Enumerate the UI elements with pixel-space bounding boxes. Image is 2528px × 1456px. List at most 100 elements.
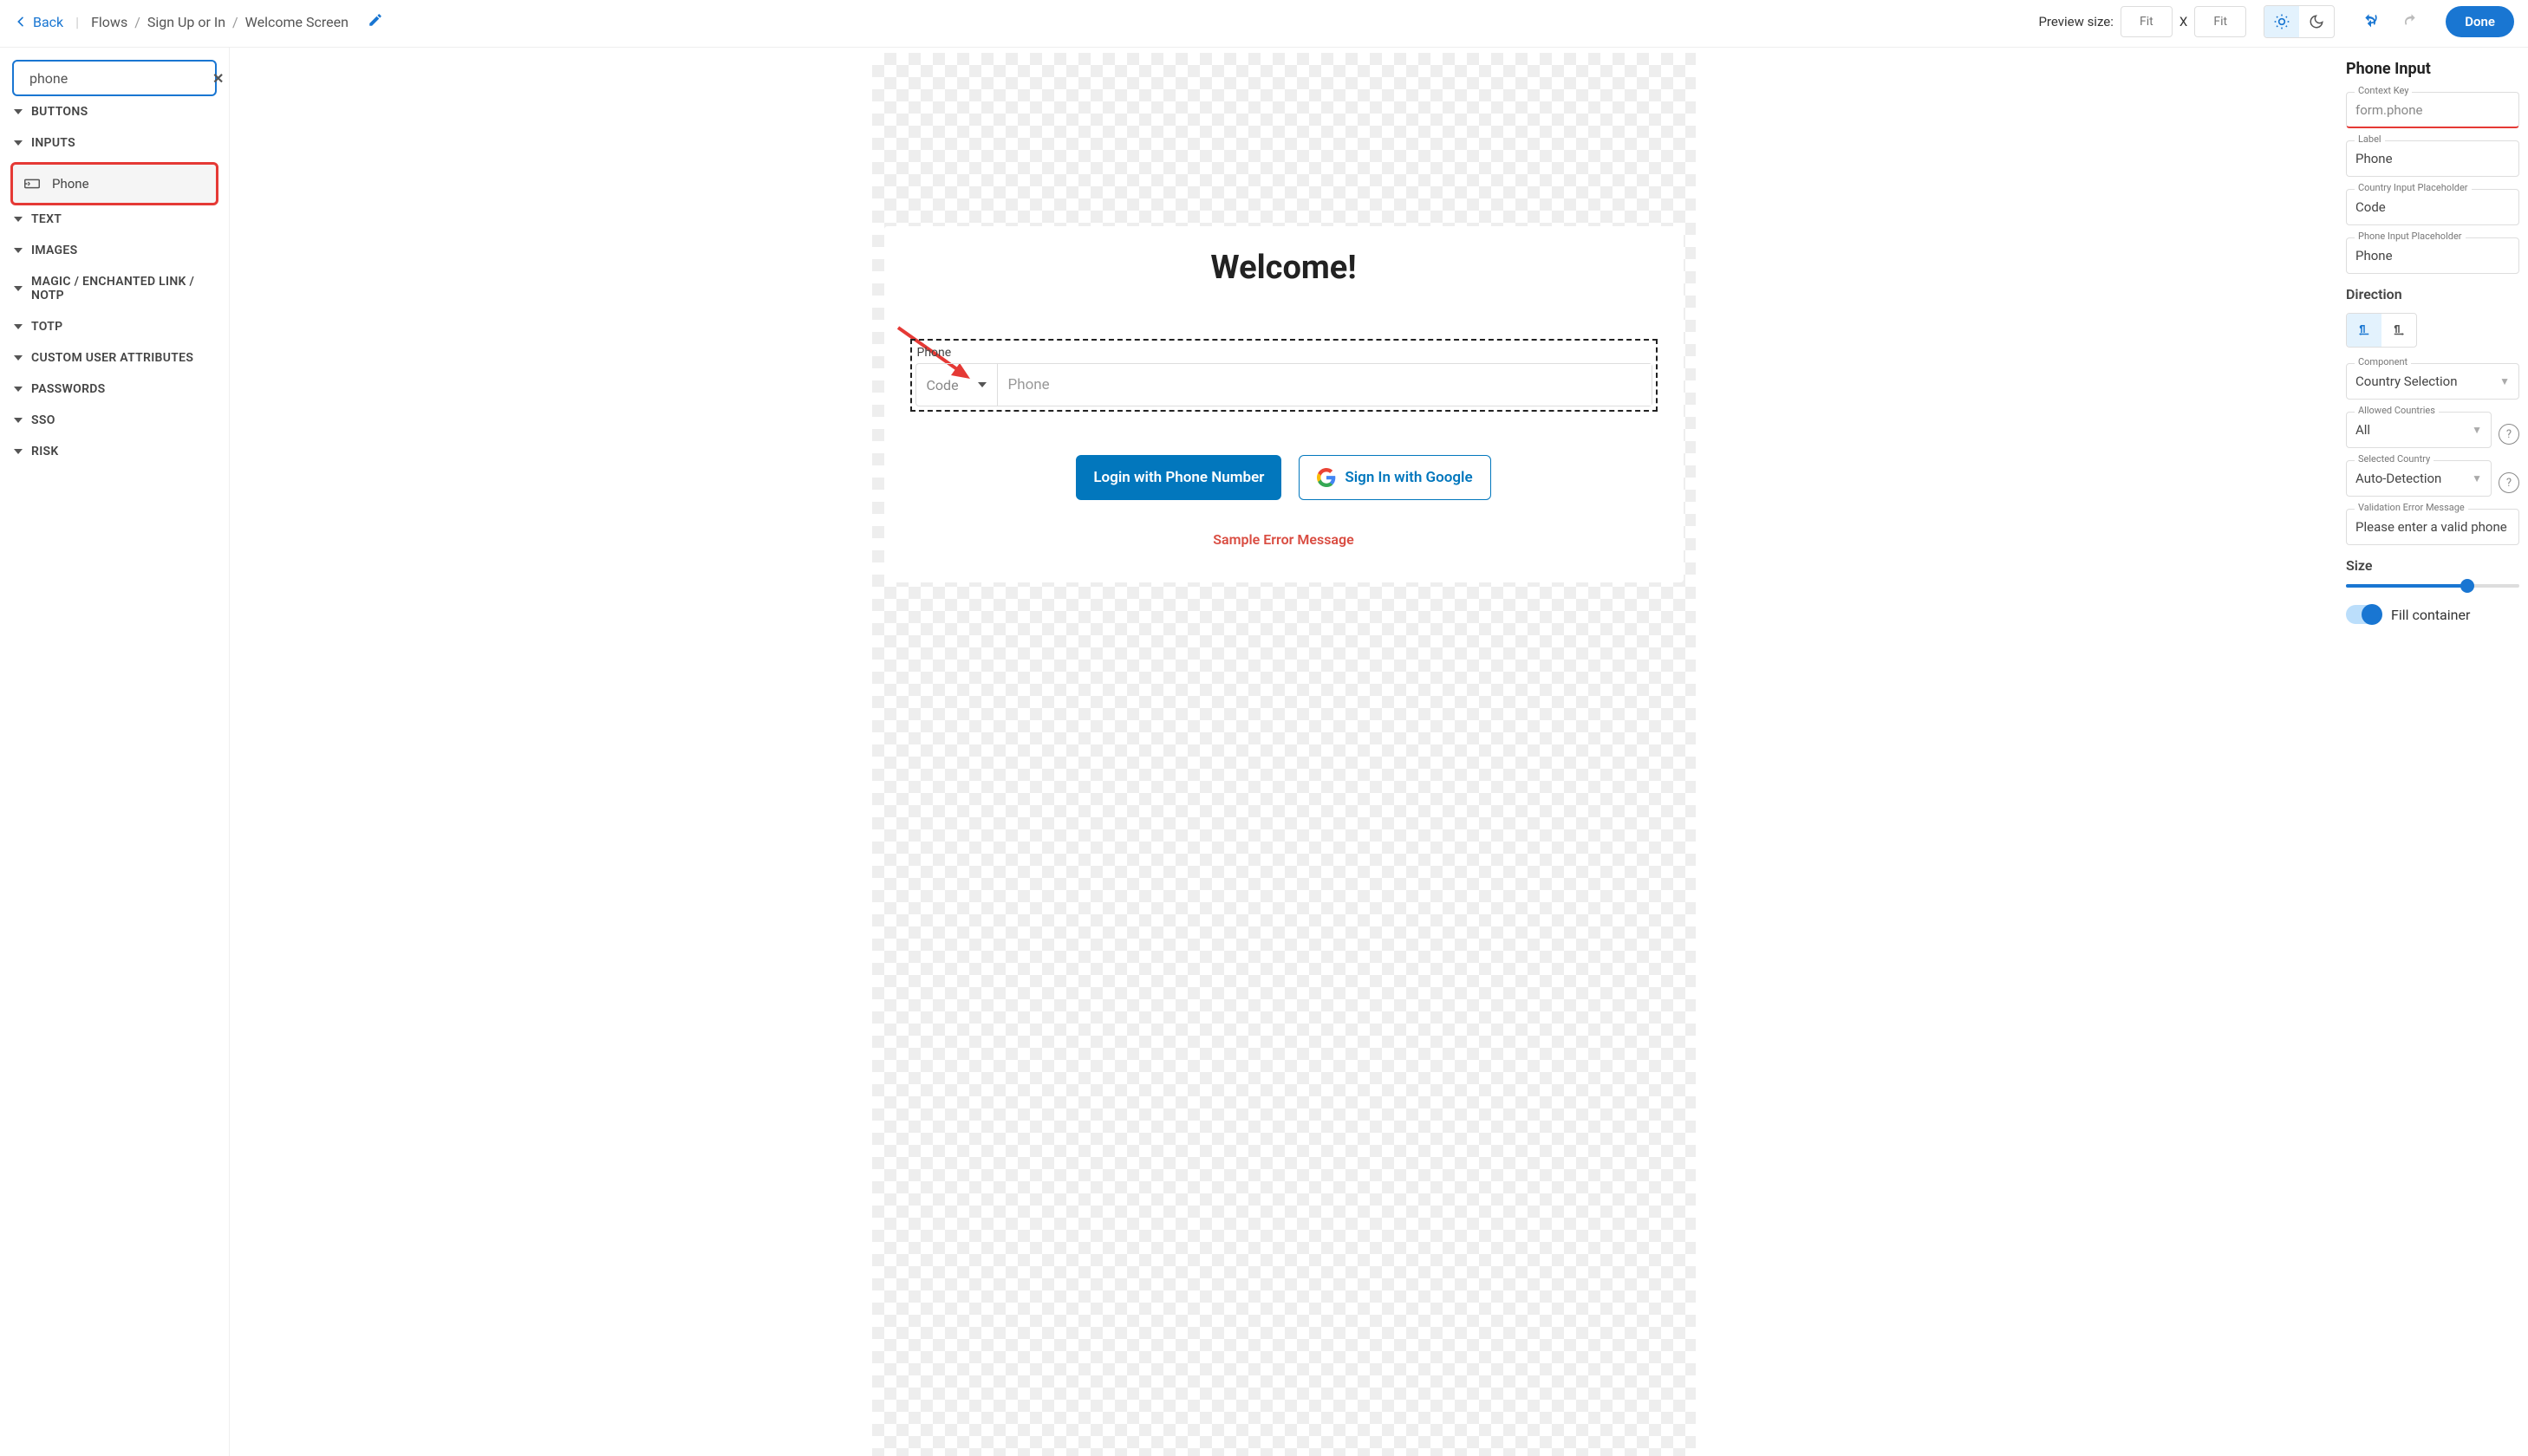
- crumb-signup[interactable]: Sign Up or In: [147, 14, 225, 30]
- chevron-down-icon: [978, 382, 987, 387]
- divider: |: [75, 14, 79, 30]
- preview-size-label: Preview size:: [2038, 14, 2113, 29]
- section-inputs-label: INPUTS: [31, 136, 75, 150]
- component-phone[interactable]: Phone: [12, 164, 217, 204]
- search-clear-button[interactable]: ✕: [212, 70, 224, 87]
- selected-country-value: Auto-Detection: [2355, 471, 2441, 486]
- rightpanel-title: Phone Input: [2346, 60, 2519, 78]
- google-icon: [1317, 468, 1336, 487]
- size-heading: Size: [2346, 557, 2519, 574]
- undo-button[interactable]: [2361, 11, 2381, 33]
- phone-component[interactable]: Phone Code: [910, 339, 1658, 412]
- country-placeholder-input[interactable]: [2346, 189, 2519, 225]
- direction-toggle: [2346, 313, 2417, 348]
- label-field-label: Label: [2355, 133, 2385, 145]
- chevron-down-icon: [14, 355, 23, 361]
- redo-button[interactable]: [2399, 11, 2420, 33]
- chevron-down-icon: [14, 140, 23, 146]
- phone-number-input[interactable]: [998, 364, 1652, 406]
- light-theme-button[interactable]: [2264, 6, 2299, 37]
- section-risk-label: RISK: [31, 445, 59, 458]
- section-images[interactable]: IMAGES: [12, 235, 217, 266]
- section-inputs[interactable]: INPUTS: [12, 127, 217, 159]
- done-button[interactable]: Done: [2446, 6, 2514, 37]
- section-sso[interactable]: SSO: [12, 405, 217, 436]
- redo-icon: [2399, 11, 2420, 29]
- section-buttons-label: BUTTONS: [31, 105, 88, 119]
- chevron-down-icon: [14, 109, 23, 114]
- country-code-select[interactable]: Code: [916, 364, 998, 406]
- phone-placeholder-label: Phone Input Placeholder: [2355, 231, 2466, 242]
- preview-size-group: Preview size: X: [2038, 6, 2246, 37]
- preview-x-label: X: [2179, 14, 2187, 29]
- theme-toggle: [2264, 5, 2335, 38]
- component-select[interactable]: Country Selection ▼: [2346, 363, 2519, 400]
- country-placeholder-label: Country Input Placeholder: [2355, 182, 2472, 193]
- input-icon: [23, 174, 42, 193]
- edit-icon[interactable]: [368, 12, 383, 31]
- section-totp[interactable]: TOTP: [12, 311, 217, 342]
- context-key-input[interactable]: [2346, 92, 2519, 128]
- google-signin-button[interactable]: Sign In with Google: [1299, 455, 1490, 500]
- rtl-icon: [2391, 322, 2407, 338]
- help-icon[interactable]: ?: [2499, 424, 2519, 445]
- validation-input[interactable]: [2346, 509, 2519, 545]
- sun-icon: [2273, 13, 2290, 30]
- section-sso-label: SSO: [31, 413, 55, 427]
- page-title: Welcome!: [902, 249, 1666, 287]
- fill-container-toggle[interactable]: [2346, 605, 2381, 624]
- direction-ltr-button[interactable]: [2347, 314, 2381, 347]
- back-button[interactable]: Back: [14, 14, 63, 30]
- search-input-wrap: ✕: [12, 60, 217, 96]
- section-buttons[interactable]: BUTTONS: [12, 96, 217, 127]
- section-magic-label: MAGIC / ENCHANTED LINK / NOTP: [31, 275, 215, 302]
- section-text[interactable]: TEXT: [12, 204, 217, 235]
- direction-rtl-button[interactable]: [2381, 314, 2416, 347]
- selected-country-label: Selected Country: [2355, 453, 2434, 465]
- section-custom[interactable]: CUSTOM USER ATTRIBUTES: [12, 342, 217, 374]
- section-totp-label: TOTP: [31, 320, 62, 334]
- caret-down-icon: ▼: [2499, 375, 2510, 387]
- section-images-label: IMAGES: [31, 244, 77, 257]
- undo-icon: [2361, 11, 2381, 29]
- canvas[interactable]: Welcome! Phone Code Login with Phone Nu: [872, 53, 1696, 1456]
- component-select-label: Component: [2355, 356, 2411, 367]
- section-risk[interactable]: RISK: [12, 436, 217, 467]
- search-input[interactable]: [29, 70, 205, 87]
- chevron-down-icon: [14, 387, 23, 392]
- section-magic[interactable]: MAGIC / ENCHANTED LINK / NOTP: [12, 266, 217, 311]
- crumb-flows[interactable]: Flows: [91, 14, 127, 30]
- preview-width-input[interactable]: [2121, 6, 2173, 37]
- arrow-left-icon: [14, 15, 28, 29]
- screen-card[interactable]: Welcome! Phone Code Login with Phone Nu: [884, 226, 1684, 582]
- section-passwords[interactable]: PASSWORDS: [12, 374, 217, 405]
- section-custom-label: CUSTOM USER ATTRIBUTES: [31, 351, 193, 365]
- chevron-down-icon: [14, 449, 23, 454]
- google-signin-label: Sign In with Google: [1345, 469, 1472, 486]
- caret-down-icon: ▼: [2472, 424, 2482, 436]
- back-label: Back: [33, 14, 63, 30]
- chevron-down-icon: [14, 324, 23, 329]
- country-code-placeholder: Code: [927, 377, 959, 393]
- preview-height-input[interactable]: [2194, 6, 2246, 37]
- allowed-countries-value: All: [2355, 422, 2370, 438]
- context-key-label: Context Key: [2355, 85, 2412, 96]
- crumb-welcome[interactable]: Welcome Screen: [245, 14, 349, 30]
- phone-placeholder-input[interactable]: [2346, 237, 2519, 274]
- allowed-countries-select[interactable]: All ▼: [2346, 412, 2492, 448]
- component-select-value: Country Selection: [2355, 374, 2458, 389]
- caret-down-icon: ▼: [2472, 472, 2482, 484]
- component-phone-label: Phone: [52, 176, 89, 192]
- selected-country-select[interactable]: Auto-Detection ▼: [2346, 460, 2492, 497]
- section-passwords-label: PASSWORDS: [31, 382, 106, 396]
- dark-theme-button[interactable]: [2299, 6, 2334, 37]
- fill-container-label: Fill container: [2391, 607, 2470, 623]
- section-text-label: TEXT: [31, 212, 62, 226]
- ltr-icon: [2356, 322, 2372, 338]
- size-slider[interactable]: [2346, 584, 2519, 588]
- help-icon[interactable]: ?: [2499, 472, 2519, 493]
- breadcrumb: Flows / Sign Up or In / Welcome Screen: [91, 14, 349, 30]
- chevron-down-icon: [14, 217, 23, 222]
- label-field-input[interactable]: [2346, 140, 2519, 177]
- login-phone-button[interactable]: Login with Phone Number: [1076, 455, 1281, 500]
